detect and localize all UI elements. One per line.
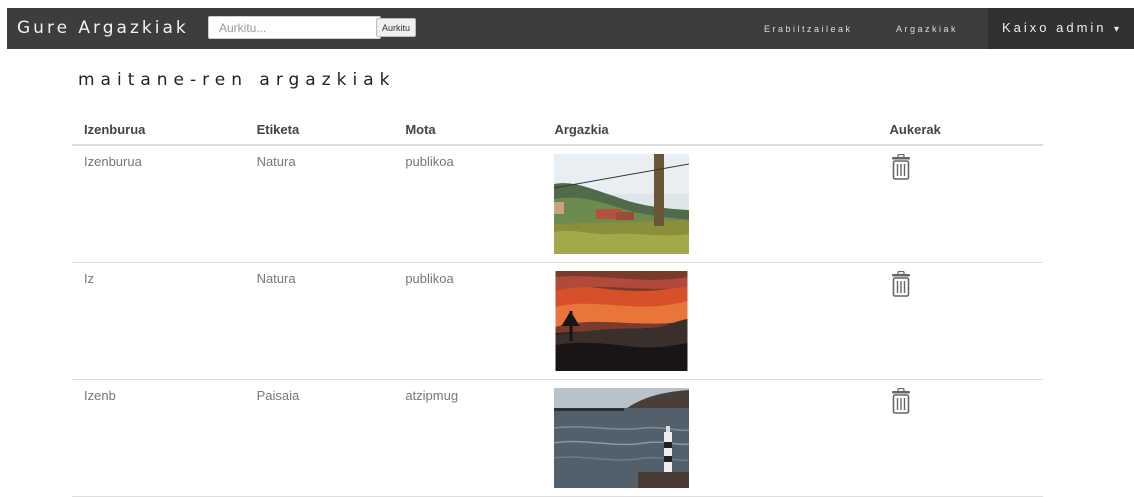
header-type: Mota [393, 110, 543, 146]
nav-link-users[interactable]: Erabiltzaileak [764, 24, 853, 34]
search-input[interactable] [208, 16, 381, 39]
user-menu-dropdown[interactable]: Kaixo admin ▾ [988, 8, 1134, 49]
chevron-down-icon: ▾ [1114, 24, 1120, 35]
cell-tag: Natura [244, 145, 394, 263]
cell-type: publikoa [393, 262, 543, 380]
header-title: Izenburua [72, 110, 245, 146]
cell-title: Iz [72, 262, 245, 380]
table-header-row: Izenburua Etiketa Mota Argazkia Aukerak [72, 110, 1043, 146]
top-navbar: Gure Argazkiak Aurkitu Erabiltzaileak Ar… [7, 8, 1134, 49]
table-row: Iz Natura publikoa [72, 262, 1043, 380]
search-button[interactable]: Aurkitu [376, 18, 417, 37]
page-title: maitane-ren argazkiak [78, 70, 396, 90]
photos-table: Izenburua Etiketa Mota Argazkia Aukerak … [72, 110, 1043, 497]
header-options: Aukerak [877, 110, 1043, 146]
sunset-photo[interactable] [554, 271, 689, 371]
header-photo: Argazkia [542, 110, 878, 146]
trash-icon[interactable] [890, 154, 912, 180]
cell-tag: Natura [244, 262, 394, 380]
cell-type: publikoa [393, 145, 543, 263]
table-row: Izenburua Natura publikoa [72, 145, 1043, 263]
brand-logo[interactable]: Gure Argazkiak [17, 18, 189, 38]
user-greeting: Kaixo admin [1002, 20, 1107, 35]
header-tag: Etiketa [244, 110, 394, 146]
trash-icon[interactable] [890, 388, 912, 414]
nav-link-photos[interactable]: Argazkiak [896, 24, 958, 34]
cell-title: Izenburua [72, 145, 245, 263]
trash-icon[interactable] [890, 271, 912, 297]
lighthouse-sea-photo[interactable] [554, 388, 690, 488]
landscape-fence-photo[interactable] [554, 154, 690, 254]
